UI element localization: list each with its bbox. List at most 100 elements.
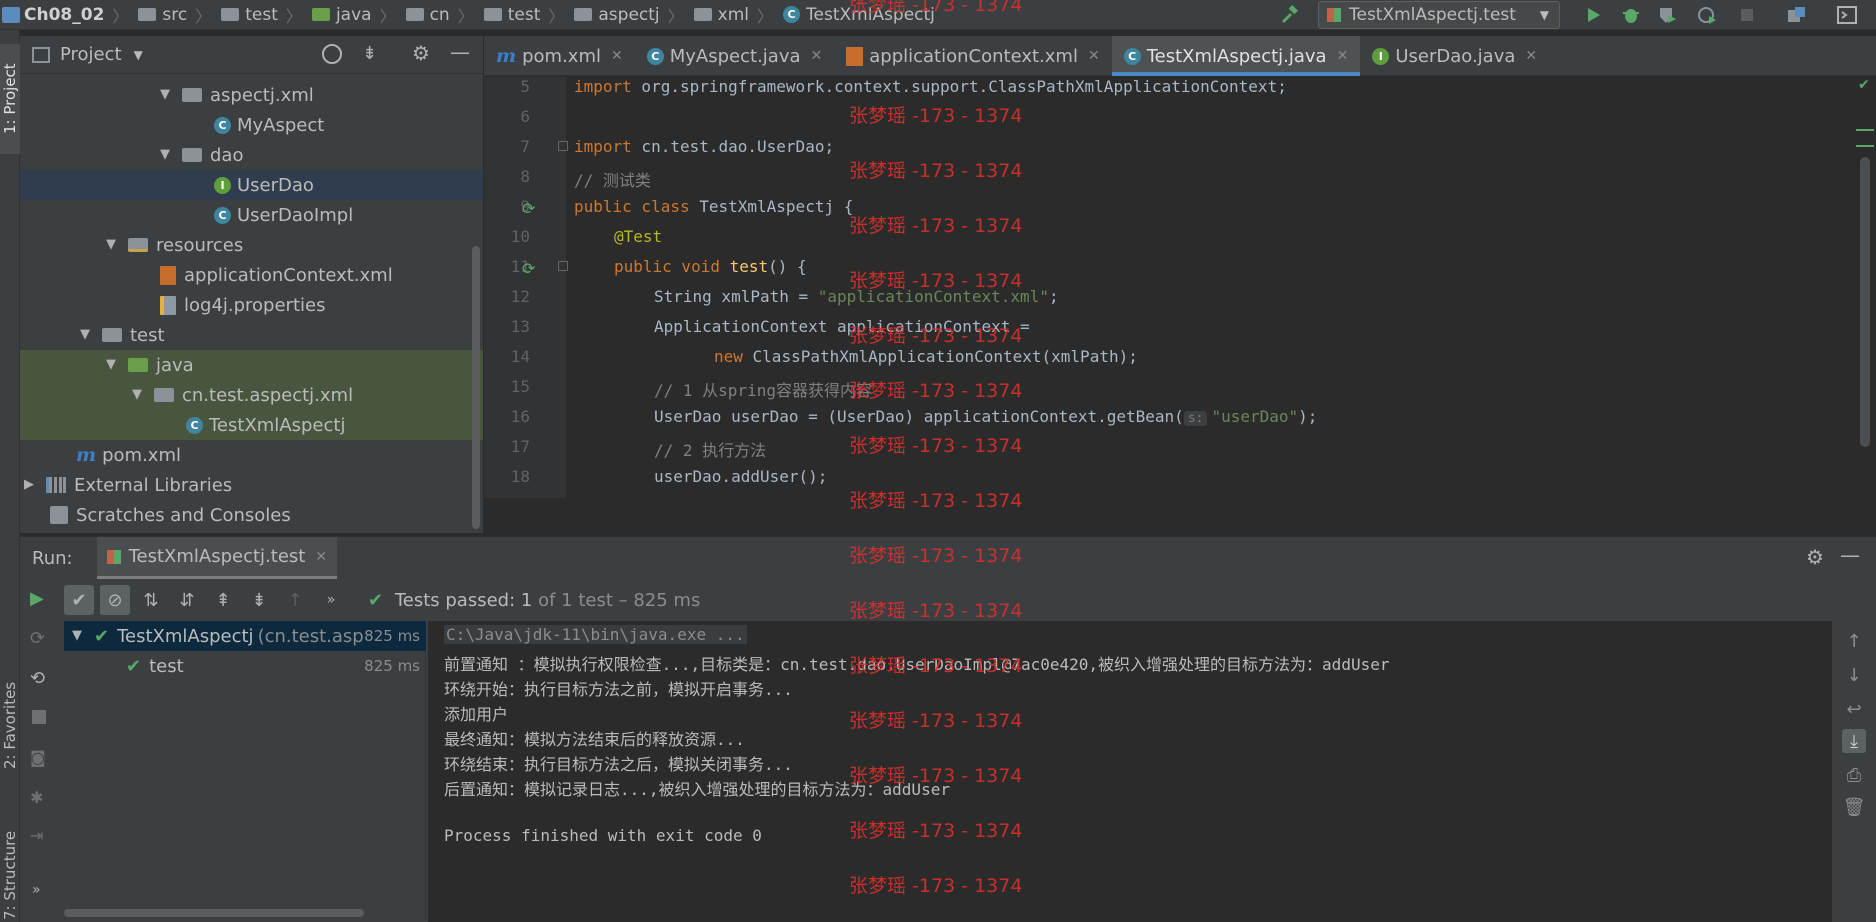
tree-item-userdao[interactable]: I UserDao [20,170,483,200]
tree-item-test[interactable]: ▼ test [20,320,483,350]
expand-all-icon[interactable]: ⇞ [208,585,238,615]
breadcrumb-java[interactable]: java 〉 [311,0,406,30]
gear-icon[interactable]: ⚙ [412,41,430,65]
more-icon[interactable]: » [32,882,41,898]
tree-item-myaspect[interactable]: C MyAspect [20,110,483,140]
build-hammer-icon[interactable] [1278,4,1300,26]
settings-bug-icon[interactable]: ✱ [30,788,43,807]
show-ignored-toggle[interactable]: ⊘ [100,585,130,615]
run-configuration-select[interactable]: TestXmlAspectj.test ▼ [1318,1,1560,29]
collapse-all-icon[interactable]: ⇟ [244,585,274,615]
trash-icon[interactable]: 🗑 [1842,795,1866,819]
close-icon[interactable]: ✕ [611,48,623,64]
expanded-arrow-icon[interactable]: ▼ [160,88,172,101]
run-icon[interactable] [1582,4,1604,26]
hide-panel-icon[interactable]: — [450,40,470,64]
code-editor[interactable]: 5 6 7 8 9 10 11 12 13 14 15 16 17 18 ⟳ ⟳… [484,77,1876,498]
expanded-arrow-icon[interactable]: ▼ [132,388,144,401]
soft-wrap-icon[interactable]: ↩ [1842,697,1866,721]
breadcrumb-xml[interactable]: xml 〉 [693,0,783,30]
horizontal-scrollbar[interactable] [64,909,364,917]
test-row-testxmlaspectj[interactable]: ▼ ✔ TestXmlAspectj (cn.test.asp 825 ms [64,621,426,651]
coverage-icon[interactable] [1656,4,1678,26]
console-output[interactable]: C:\Java\jdk-11\bin\java.exe ... 前置通知 ：模拟… [428,621,1832,922]
exit-icon[interactable]: ⇥ [30,826,43,845]
breadcrumb-aspectj[interactable]: aspectj 〉 [574,0,693,30]
stop-icon[interactable] [1736,4,1758,26]
tree-item-log4j-properties[interactable]: log4j.properties [20,290,483,320]
project-structure-icon[interactable] [1786,4,1808,26]
run-test-gutter-icon[interactable]: ⟳ [522,199,540,218]
editor-error-stripe[interactable]: ✔ [1854,77,1876,498]
expanded-arrow-icon[interactable]: ▼ [106,238,118,251]
tree-item-userdaoimpl[interactable]: C UserDaoImpl [20,200,483,230]
module-icon [2,6,20,23]
show-passed-toggle[interactable]: ✔ [64,585,94,615]
fold-marker-icon[interactable] [558,261,568,271]
terminal-icon[interactable] [1836,4,1858,26]
tree-item-applicationcontext-xml[interactable]: applicationContext.xml [20,260,483,290]
close-icon[interactable]: ✕ [1525,48,1537,64]
favorites-tool-tab[interactable]: 2: Favorites [0,660,20,790]
fold-marker-icon[interactable] [558,141,568,151]
close-icon[interactable]: ✕ [1337,48,1349,64]
profiler-icon[interactable] [1696,4,1718,26]
tab-testxmlaspectj-java[interactable]: C TestXmlAspectj.java ✕ [1111,36,1361,76]
expanded-arrow-icon[interactable]: ▼ [72,629,84,642]
tab-myaspect-java[interactable]: C MyAspect.java ✕ [635,36,835,76]
locate-target-icon[interactable] [322,44,342,64]
tree-item-scratches[interactable]: Scratches and Consoles [20,500,483,530]
expanded-arrow-icon[interactable]: ▼ [80,328,92,341]
project-view-title[interactable]: Project [60,44,122,65]
sort-alphabetically-icon[interactable]: ⇅ [136,585,166,615]
tab-userdao-java[interactable]: I UserDao.java ✕ [1360,36,1549,76]
expanded-arrow-icon[interactable]: ▼ [106,358,118,371]
test-row-test[interactable]: ✔ test 825 ms [64,651,426,681]
breadcrumb-cn[interactable]: cn 〉 [405,0,484,30]
print-icon[interactable]: ⎙ [1842,763,1866,787]
run-tab-testxmlaspectj[interactable]: TestXmlAspectj.test ✕ [96,537,338,579]
collapsed-arrow-icon[interactable]: ▶ [24,478,36,491]
tree-item-external-libraries[interactable]: ▶ External Libraries [20,470,483,500]
expanded-arrow-icon[interactable]: ▼ [160,148,172,161]
project-tool-tab[interactable]: 1: Project [0,44,20,154]
down-arrow-icon[interactable]: ↓ [1842,663,1866,687]
gear-icon[interactable]: ⚙ [1806,545,1824,569]
tree-item-pom-xml[interactable]: m pom.xml [20,440,483,470]
rerun-icon[interactable]: ▶ [30,588,44,609]
camera-icon[interactable]: ◙ [30,748,46,767]
structure-tool-tab[interactable]: 7: Structure [0,810,20,922]
check-icon: ✔ [94,625,110,647]
previous-failed-icon[interactable]: ↑ [280,585,310,615]
tab-applicationcontext-xml[interactable]: applicationContext.xml ✕ [834,36,1111,76]
up-arrow-icon[interactable]: ↑ [1842,629,1866,653]
run-test-gutter-icon[interactable]: ⟳ [522,259,540,278]
project-scrollbar[interactable] [472,246,480,529]
close-icon[interactable]: ✕ [315,549,327,565]
breadcrumb-test[interactable]: test 〉 [221,0,312,30]
tree-item-java[interactable]: ▼ java [20,350,483,380]
close-icon[interactable]: ✕ [1088,48,1100,64]
debug-bug-icon[interactable] [1620,4,1642,26]
tab-pom-xml[interactable]: m pom.xml ✕ [484,36,635,76]
close-icon[interactable]: ✕ [811,48,823,64]
sort-by-duration-icon[interactable]: ⇵ [172,585,202,615]
collapse-all-icon[interactable]: ⇟ [362,43,377,64]
rerun-failed-icon[interactable]: ⟳ [30,628,45,649]
breadcrumb-test-pkg[interactable]: test 〉 [483,0,575,30]
scroll-to-end-icon[interactable]: ⤓ [1842,729,1866,753]
editor-scrollbar[interactable] [1860,157,1870,447]
tree-item-testxmlaspectj[interactable]: C TestXmlAspectj [20,410,483,440]
chevron-down-icon[interactable]: ▼ [134,48,143,62]
hide-panel-icon[interactable]: — [1840,543,1860,567]
breadcrumb-src[interactable]: src 〉 [138,0,221,30]
stop-icon[interactable] [32,710,46,724]
tree-item-resources[interactable]: ▼ resources [20,230,483,260]
more-actions-icon[interactable]: » [316,585,346,615]
tree-item-dao[interactable]: ▼ dao [20,140,483,170]
tree-item-aspectj-xml[interactable]: ▼ aspectj.xml [20,80,483,110]
toggle-auto-test-icon[interactable]: ⟲ [30,668,45,689]
tree-item-cn-test-aspectj-xml[interactable]: ▼ cn.test.aspectj.xml [20,380,483,410]
breadcrumb-project[interactable]: Ch08_02 〉 [0,0,138,30]
watermark: 张梦瑶 -173 - 1374 [849,325,1023,347]
